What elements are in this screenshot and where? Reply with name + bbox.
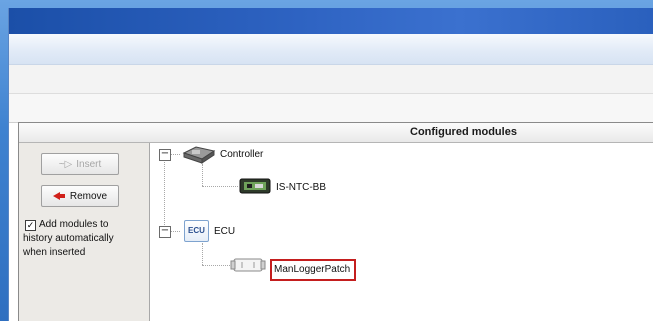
module-configuration-window: Configured modules ~▷ Insert Remove ✓ Ad… [8, 8, 653, 321]
configured-modules-panel: Configured modules ~▷ Insert Remove ✓ Ad… [18, 122, 653, 321]
toolbar-band [9, 34, 653, 65]
checkbox-label-line2: history automatically [23, 233, 114, 244]
tree-connector [202, 243, 203, 265]
checkbox-label-line3: when inserted [23, 247, 86, 258]
ecu-icon: ECU [184, 220, 209, 242]
remove-arrow-icon [52, 192, 65, 200]
tree-connector [202, 186, 238, 187]
checkbox-label-line1: Add modules to [39, 219, 109, 230]
tree-item-controller[interactable]: Controller [220, 149, 263, 160]
module-actions-sidebar: ~▷ Insert Remove ✓ Add modules to histor… [19, 143, 150, 321]
toolbar-band-secondary [9, 65, 653, 94]
tree-connector [170, 154, 180, 155]
toolbar-band-tertiary [9, 94, 653, 123]
tree-item-manloggerpatch[interactable]: ManLoggerPatch [274, 264, 350, 275]
tree-connector [164, 159, 165, 231]
insert-button-label: Insert [76, 158, 102, 170]
patch-module-icon [230, 255, 266, 275]
remove-button-label: Remove [69, 190, 108, 202]
controller-collapse-toggle[interactable]: − [159, 149, 171, 161]
tree-connector [202, 265, 230, 266]
panel-header: Configured modules [19, 123, 653, 143]
insert-button[interactable]: ~▷ Insert [41, 153, 119, 175]
tree-item-ecu[interactable]: ECU [214, 226, 235, 237]
ntc-board-icon [238, 176, 272, 196]
module-tree: − Controller IS-NTC-BB − ECU ECU ManLogg… [150, 143, 653, 321]
ecu-collapse-toggle[interactable]: − [159, 226, 171, 238]
panel-title: Configured modules [410, 126, 517, 138]
tree-connector [202, 164, 203, 186]
title-bar[interactable] [9, 8, 653, 34]
remove-button[interactable]: Remove [41, 185, 119, 207]
controller-board-icon [182, 145, 216, 165]
insert-arrow-icon: ~▷ [58, 158, 73, 170]
tree-connector [170, 231, 180, 232]
tree-item-is-ntc-bb[interactable]: IS-NTC-BB [276, 182, 326, 193]
add-to-history-checkbox[interactable]: ✓ [25, 220, 36, 231]
